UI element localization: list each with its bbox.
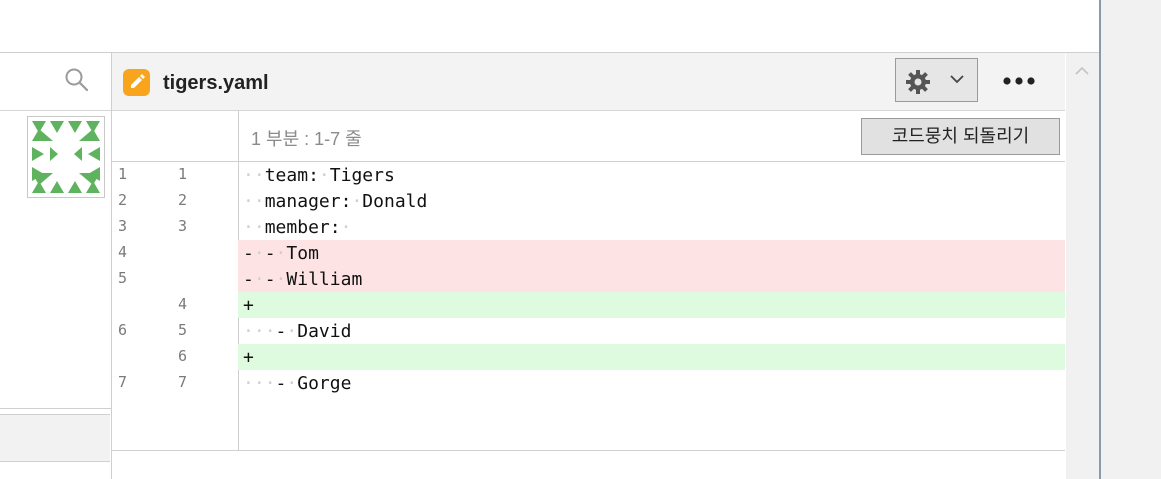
diff-lines: 1 1 ··team:·Tigers 2 2 ··manager:·Donald 3 3 ··m… (112, 162, 1065, 450)
left-divider (0, 408, 111, 409)
identicon-image (28, 117, 104, 197)
new-line-number: 3 (178, 217, 188, 235)
left-sidebar (0, 53, 112, 479)
search-icon[interactable] (64, 67, 90, 93)
new-line-number: 5 (178, 321, 188, 339)
code-text[interactable]: + (243, 347, 254, 368)
old-line-number: 7 (118, 373, 128, 391)
context-line: 3 3 ··member:· (112, 214, 1065, 240)
new-line-number: 7 (178, 373, 188, 391)
line-gutter-cell (112, 344, 238, 370)
code-text[interactable]: -·-·William (243, 269, 362, 290)
new-line-number: 6 (178, 347, 188, 365)
context-line: 7 7 ···-·Gorge (112, 370, 1065, 396)
code-text[interactable]: ··manager:·Donald (243, 191, 427, 212)
scrollbar[interactable] (1066, 53, 1099, 479)
context-line: 6 5 ···-·David (112, 318, 1065, 344)
hunk-label: 1 부분 : 1-7 줄 (251, 129, 362, 149)
code-text[interactable]: ···-·Gorge (243, 373, 351, 394)
new-line-number: 2 (178, 191, 188, 209)
avatar[interactable] (27, 116, 105, 198)
window-edge (1099, 0, 1161, 479)
left-input-area[interactable] (0, 414, 110, 462)
chevron-up-icon[interactable] (1066, 57, 1099, 87)
code-text[interactable]: + (243, 295, 254, 316)
code-text[interactable]: ···-·David (243, 321, 351, 342)
gear-icon (906, 70, 930, 94)
context-line: 1 1 ··team:·Tigers (112, 162, 1065, 188)
context-line: 2 2 ··manager:·Donald (112, 188, 1065, 214)
deleted-line: 4 -·-·Tom (112, 240, 1065, 266)
edit-pencil-icon (123, 69, 150, 96)
chevron-down-icon (950, 75, 964, 84)
inserted-line: 6 + (112, 344, 1065, 370)
editor-header: tigers.yaml (112, 53, 1065, 111)
more-icon[interactable] (996, 66, 1042, 96)
line-gutter-cell (112, 266, 238, 292)
editor-bottom-divider (112, 450, 1065, 451)
old-line-number: 1 (118, 165, 128, 183)
new-line-number: 4 (178, 295, 188, 313)
old-line-number: 3 (118, 217, 128, 235)
settings-dropdown-button[interactable] (895, 58, 978, 102)
code-text[interactable]: ··member:· (243, 217, 351, 238)
code-text[interactable]: -·-·Tom (243, 243, 319, 264)
revert-hunk-button[interactable]: 코드뭉치 되돌리기 (861, 118, 1060, 155)
old-line-number: 6 (118, 321, 128, 339)
line-gutter-cell (112, 292, 238, 318)
top-toolbar-area (0, 0, 1099, 53)
deleted-line: 5 -·-·William (112, 266, 1065, 292)
inserted-line: 4 + (112, 292, 1065, 318)
hunk-gutter (112, 111, 239, 161)
code-text[interactable]: ··team:·Tigers (243, 165, 395, 186)
file-name: tigers.yaml (163, 72, 269, 94)
hunk-header: 1 부분 : 1-7 줄 코드뭉치 되돌리기 (112, 111, 1065, 162)
left-sidebar-header (0, 53, 111, 111)
line-gutter-cell (112, 240, 238, 266)
old-line-number: 2 (118, 191, 128, 209)
old-line-number: 5 (118, 269, 128, 287)
old-line-number: 4 (118, 243, 128, 261)
diff-editor: tigers.yaml 1 부분: 1-7 줄 코드뭉치 되돌리기 1 1 ·… (112, 53, 1065, 479)
new-line-number: 1 (178, 165, 188, 183)
